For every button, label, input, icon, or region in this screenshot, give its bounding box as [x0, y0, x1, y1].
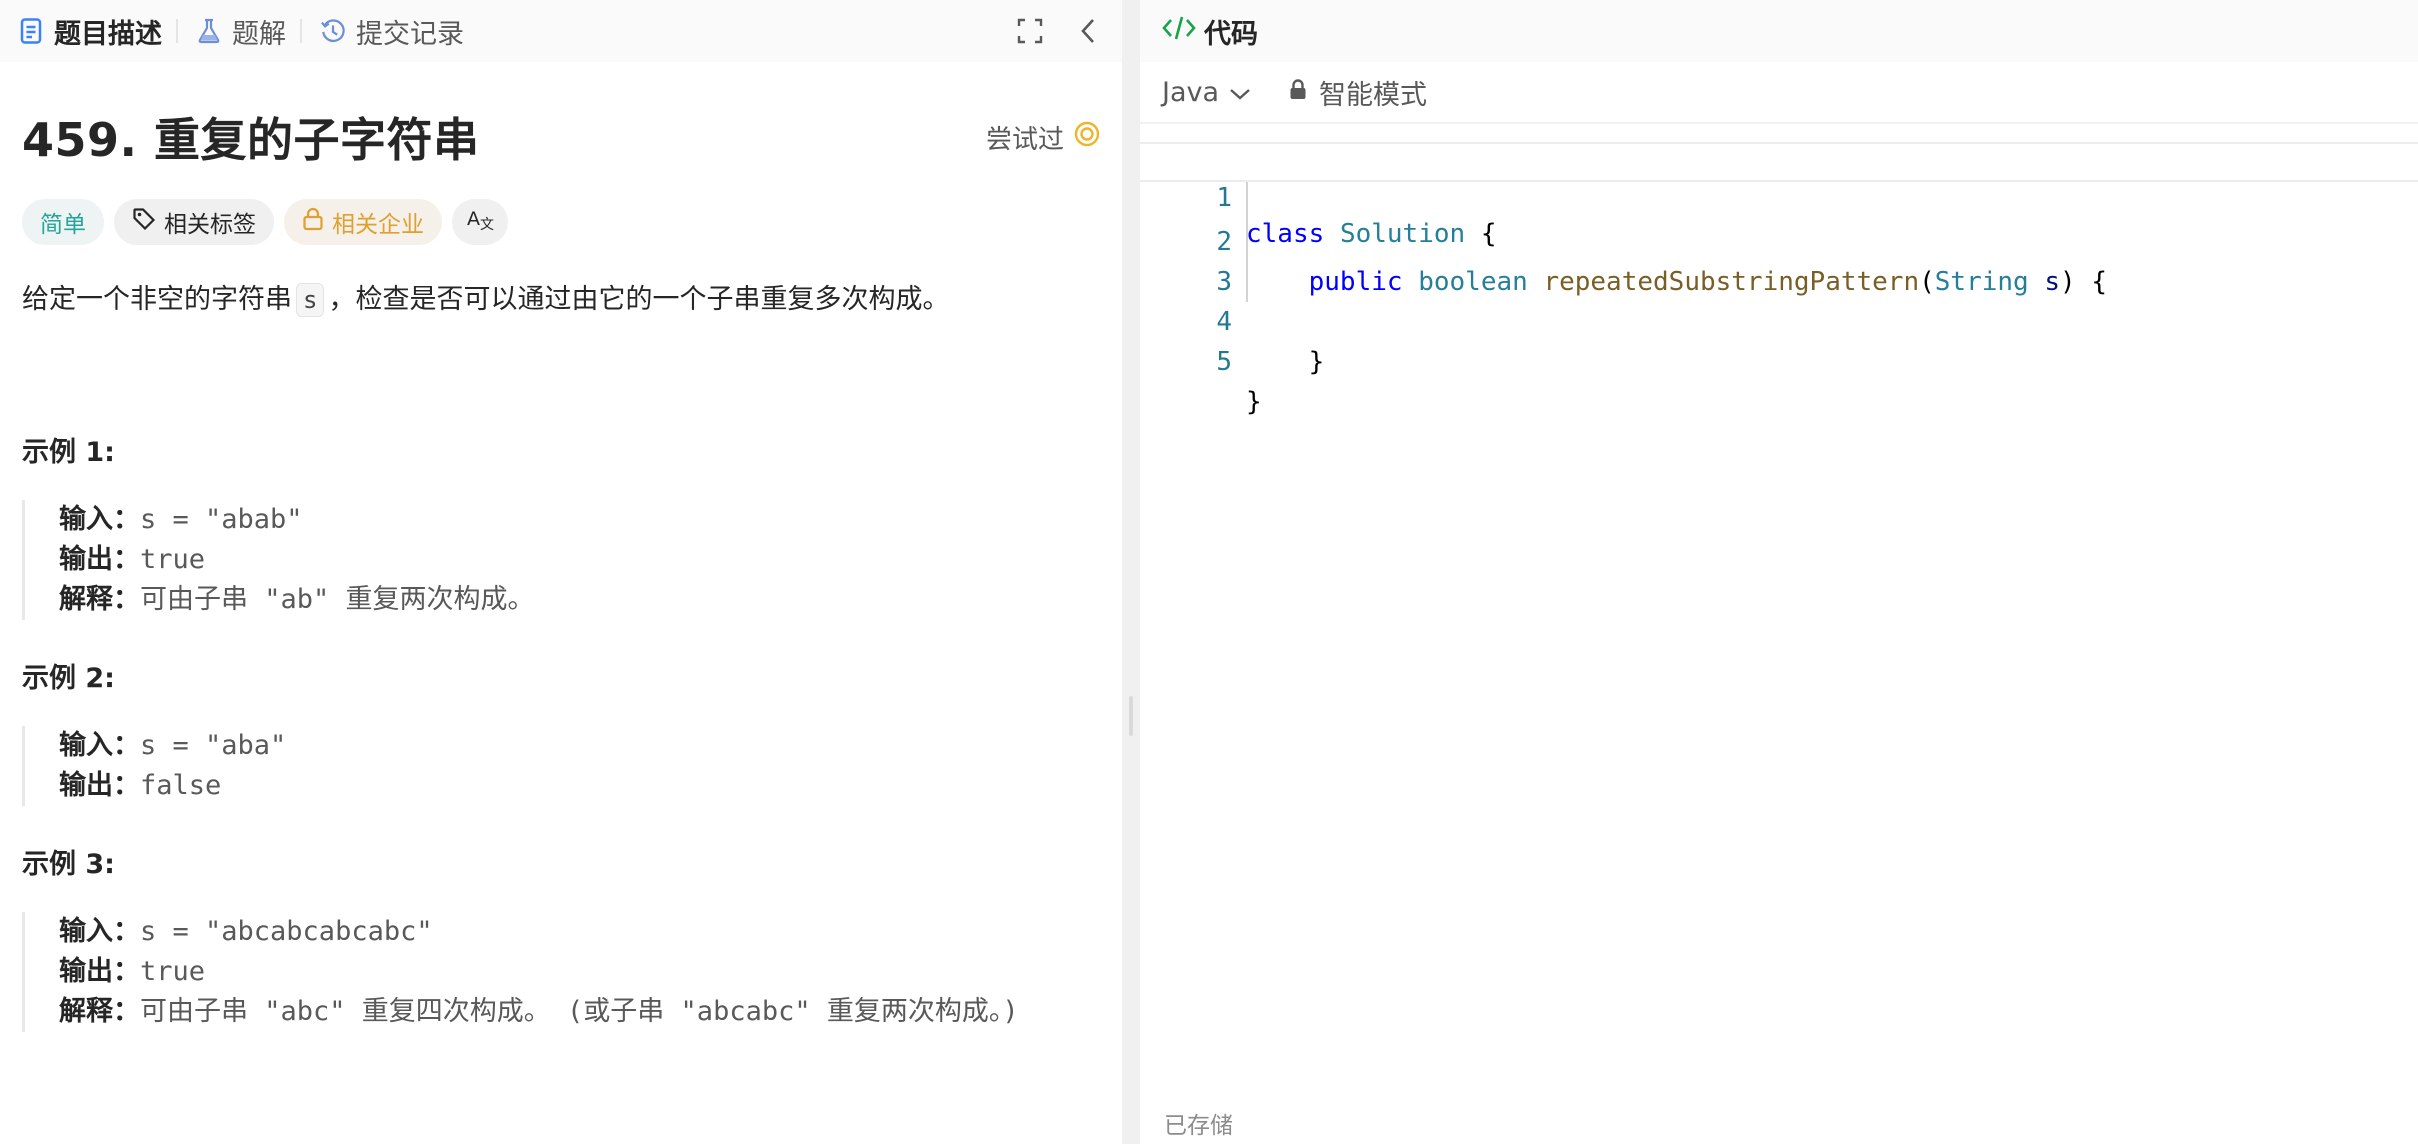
example-line: 解释：可由子串 "abc" 重复四次构成。 (或子串 "abcabc" 重复两次…: [59, 992, 1019, 1032]
code-editor[interactable]: 1 class Solution { 2 public boolean repe…: [1140, 142, 2418, 417]
example-key: 解释：: [59, 996, 140, 1027]
example-value: 可由子串 "ab" 重复两次构成。: [140, 584, 535, 615]
problem-tags: 简单 相关标签 相关企业 A文: [22, 199, 508, 245]
example-block: 输入：s = "abcabcabcabc" 输出：true 解释：可由子串 "a…: [22, 912, 1019, 1032]
example-heading: 示例 3:: [22, 849, 115, 880]
code-line[interactable]: 5 }: [1140, 302, 2418, 417]
svg-text:文: 文: [480, 217, 494, 232]
svg-text:A: A: [467, 208, 480, 230]
attempted-label: 尝试过: [985, 124, 1064, 155]
translate-button[interactable]: A文: [452, 199, 508, 245]
related-companies-label: 相关企业: [332, 212, 424, 238]
language-label: Java: [1162, 76, 1220, 108]
indent-guide: [1246, 182, 1248, 302]
code-text: }: [1246, 347, 1325, 377]
title-row: 459. 重复的子字符串 尝试过: [22, 104, 1100, 170]
example-key: 输出：: [59, 770, 140, 801]
history-icon: [320, 17, 346, 45]
code-text: }: [1246, 387, 1262, 417]
problem-tabbar: 题目描述 题解 提交记录: [0, 0, 1122, 62]
example-key: 解释：: [59, 584, 140, 615]
example-line: 输出：true: [59, 540, 535, 580]
example-key: 输出：: [59, 544, 140, 575]
document-icon: [18, 17, 44, 45]
translate-icon: A文: [466, 206, 494, 238]
chevron-down-icon: [1229, 77, 1251, 108]
related-tags-button[interactable]: 相关标签: [114, 199, 274, 245]
code-panel: 代码 Java 智能模式 1 class Solution { 2 public…: [1140, 0, 2418, 1144]
language-select[interactable]: Java: [1162, 77, 1251, 108]
code-icon: [1162, 15, 1196, 48]
attempted-status: 尝试过: [986, 119, 1100, 156]
example-line: 输出：true: [59, 952, 1019, 992]
lock-icon: [302, 207, 324, 237]
example-line: 解释：可由子串 "ab" 重复两次构成。: [59, 580, 535, 620]
lock-icon: [1289, 77, 1307, 108]
example-key: 输入：: [59, 916, 140, 947]
collapse-left-icon[interactable]: [1072, 15, 1104, 47]
code-line[interactable]: 2 public boolean repeatedSubstringPatter…: [1140, 182, 2418, 297]
difficulty-badge[interactable]: 简单: [22, 199, 104, 245]
code-line[interactable]: 4 }: [1140, 262, 2418, 377]
code-panel-header: 代码: [1140, 0, 2418, 62]
flask-icon: [196, 17, 222, 45]
related-companies-button[interactable]: 相关企业: [284, 199, 442, 245]
tab-submissions[interactable]: 提交记录: [302, 0, 478, 62]
example-heading: 示例 1:: [22, 437, 115, 468]
example-key: 输入：: [59, 504, 140, 535]
tag-icon: [132, 207, 156, 237]
example-line: 输入：s = "aba": [59, 726, 286, 766]
problem-description: 给定一个非空的字符串 s ，检查是否可以通过由它的一个子串重复多次构成。: [22, 280, 949, 320]
code-panel-title: 代码: [1204, 18, 1258, 50]
example-block: 输入：s = "abab" 输出：true 解释：可由子串 "ab" 重复两次构…: [22, 500, 535, 620]
tab-submissions-label: 提交记录: [356, 18, 464, 50]
problem-title: 459. 重复的子字符串: [22, 113, 480, 167]
smart-mode-label: 智能模式: [1319, 79, 1428, 111]
panel-tools: [1014, 15, 1122, 47]
example-key: 输出：: [59, 956, 140, 987]
code-line[interactable]: 3: [1140, 222, 2418, 297]
example-line: 输入：s = "abcabcabcabc": [59, 912, 1019, 952]
code-line[interactable]: 1 class Solution {: [1140, 142, 2418, 249]
example-heading: 示例 2:: [22, 663, 115, 694]
editor-toolbar: Java 智能模式: [1140, 62, 2418, 124]
description-prefix: 给定一个非空的字符串: [22, 284, 292, 315]
example-line: 输入：s = "abab": [59, 500, 535, 540]
example-value: true: [140, 956, 206, 987]
fullscreen-icon[interactable]: [1014, 15, 1046, 47]
panel-resize-handle[interactable]: [1122, 0, 1140, 1144]
smart-mode-toggle[interactable]: 智能模式: [1289, 73, 1427, 112]
tab-solutions-label: 题解: [232, 18, 286, 50]
inline-code: s: [296, 283, 325, 317]
tab-description[interactable]: 题目描述: [0, 0, 176, 62]
example-value: false: [140, 770, 222, 801]
line-number: 5: [1216, 347, 1232, 377]
target-icon: [1074, 121, 1100, 154]
saved-status: 已存储: [1164, 1113, 1233, 1139]
resize-grip[interactable]: [1129, 696, 1133, 736]
example-value: 可由子串 "abc" 重复四次构成。 (或子串 "abcabc" 重复两次构成。…: [140, 996, 1019, 1027]
example-value: s = "abab": [140, 504, 303, 535]
example-value: true: [140, 544, 206, 575]
example-block: 输入：s = "aba" 输出：false: [22, 726, 286, 806]
tab-solutions[interactable]: 题解: [178, 0, 300, 62]
example-line: 输出：false: [59, 766, 286, 806]
example-key: 输入：: [59, 730, 140, 761]
related-tags-label: 相关标签: [164, 212, 256, 238]
problem-panel: 题目描述 题解 提交记录 459. 重复的子字符串 尝试过 简单 相关标签 相关…: [0, 0, 1122, 1144]
tab-description-label: 题目描述: [54, 18, 162, 50]
description-suffix: ，检查是否可以通过由它的一个子串重复多次构成。: [328, 284, 950, 315]
example-value: s = "aba": [140, 730, 287, 761]
example-value: s = "abcabcabcabc": [140, 916, 433, 947]
